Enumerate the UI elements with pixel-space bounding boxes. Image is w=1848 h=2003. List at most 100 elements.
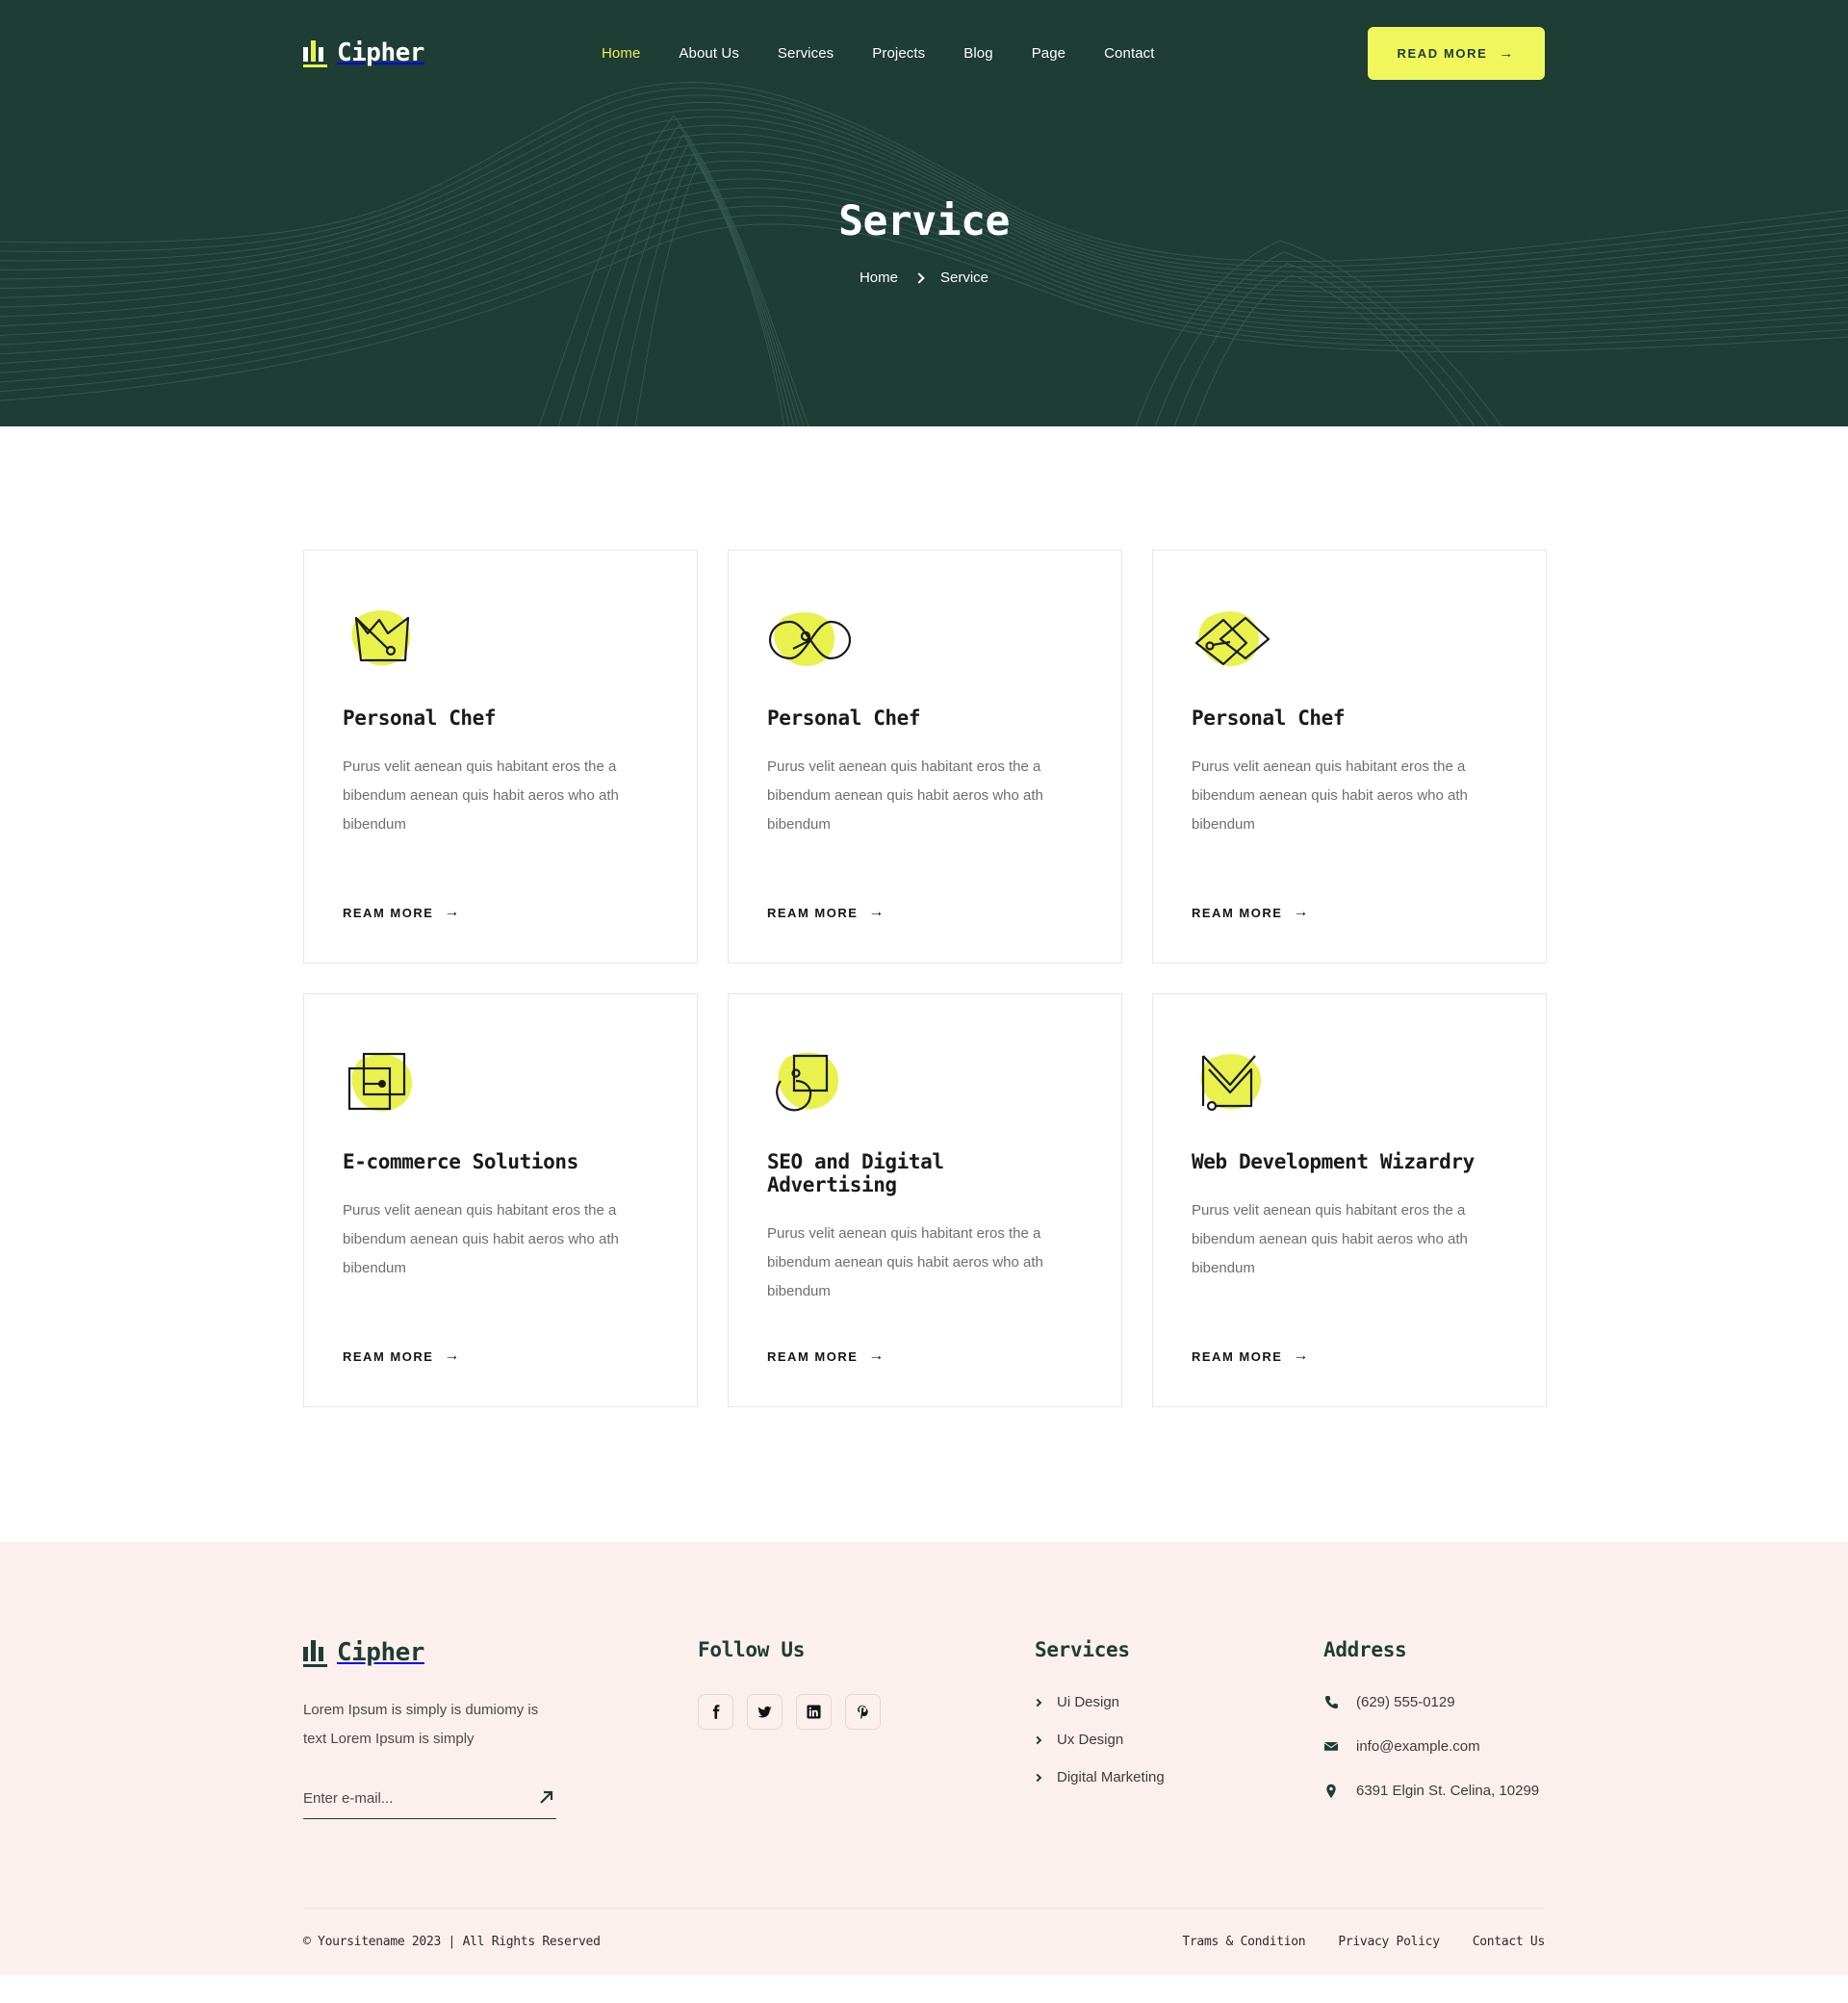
footer-address-heading: Address — [1323, 1638, 1407, 1661]
footer-address-value: 6391 Elgin St. Celina, 10299 — [1356, 1783, 1540, 1799]
footer-email-value: info@example.com — [1356, 1738, 1480, 1755]
nav-item-page[interactable]: Page — [1032, 45, 1065, 62]
footer-address-list: (629) 555-0129 info@example.com 6391 Elg… — [1323, 1694, 1539, 1799]
site-footer: Cipher Lorem Ipsum is simply is dumiomy … — [0, 1542, 1848, 1975]
nav-item-contact[interactable]: Contact — [1104, 45, 1154, 62]
service-card-description: Purus velit aenean quis habitant eros th… — [767, 1225, 1043, 1299]
service-card[interactable]: Personal Chef Purus velit aenean quis ha… — [1152, 550, 1547, 963]
social-link-pinterest[interactable] — [845, 1694, 881, 1730]
arrow-right-icon: → — [1293, 904, 1310, 920]
breadcrumb: Home Service — [0, 270, 1848, 286]
footer-legal-links: Trams & Condition Privacy Policy Contact… — [1182, 1935, 1545, 1949]
hero-content: Service Home Service — [0, 106, 1848, 286]
footer-columns: Cipher Lorem Ipsum is simply is dumiomy … — [303, 1638, 1545, 1827]
footer-address-column: Address (629) 555-0129 info@example.com … — [1323, 1638, 1539, 1827]
crown-icon — [343, 601, 429, 678]
service-card[interactable]: E-commerce Solutions Purus velit aenean … — [303, 993, 698, 1407]
social-link-linkedin[interactable] — [796, 1694, 832, 1730]
copyright-text: © Yoursitename 2023 | All Rights Reserve… — [303, 1935, 601, 1949]
footer-follow-column: Follow Us — [698, 1638, 1035, 1730]
service-card-description: Purus velit aenean quis habitant eros th… — [1192, 1202, 1468, 1276]
arrow-right-icon: → — [868, 1348, 886, 1364]
list-item: (629) 555-0129 — [1323, 1694, 1539, 1710]
social-links — [698, 1694, 1035, 1730]
twitter-icon — [757, 1706, 772, 1718]
brand-name: Cipher — [337, 39, 424, 67]
cipher-bars-icon — [303, 39, 327, 67]
list-item: info@example.com — [1323, 1738, 1539, 1755]
breadcrumb-home[interactable]: Home — [860, 270, 898, 286]
arrow-right-icon: → — [444, 1348, 461, 1364]
service-card[interactable]: Personal Chef Purus velit aenean quis ha… — [303, 550, 698, 963]
service-card-description: Purus velit aenean quis habitant eros th… — [1192, 758, 1468, 833]
list-item: Digital Marketing — [1033, 1769, 1323, 1785]
service-card-read-more[interactable]: REAM MORE → — [343, 1310, 658, 1364]
pinterest-icon — [858, 1705, 868, 1719]
breadcrumb-current: Service — [939, 270, 989, 286]
brand-logo-header[interactable]: Cipher — [303, 39, 544, 67]
footer-link-terms[interactable]: Trams & Condition — [1182, 1935, 1305, 1949]
chevron-right-icon — [1033, 1773, 1042, 1782]
service-card-read-more-label: REAM MORE — [1192, 1348, 1283, 1364]
footer-link-contact[interactable]: Contact Us — [1473, 1935, 1546, 1949]
service-card-read-more-label: REAM MORE — [343, 905, 434, 920]
service-card-read-more[interactable]: REAM MORE → — [1192, 866, 1507, 920]
service-card-description: Purus velit aenean quis habitant eros th… — [767, 758, 1043, 833]
envelope-chevron-icon — [1192, 1044, 1278, 1121]
service-card[interactable]: Personal Chef Purus velit aenean quis ha… — [728, 550, 1122, 963]
hero-section: Cipher Home About Us Services Projects B… — [0, 0, 1848, 426]
footer-service-link-ux-design[interactable]: Ux Design — [1033, 1732, 1323, 1748]
service-card[interactable]: SEO and Digital Advertising Purus velit … — [728, 993, 1122, 1407]
nav-item-services[interactable]: Services — [778, 45, 834, 62]
service-card-description: Purus velit aenean quis habitant eros th… — [343, 1202, 619, 1276]
service-card-title: Web Development Wizardry — [1192, 1150, 1475, 1173]
list-item: Ui Design — [1033, 1694, 1323, 1710]
top-navigation-bar: Cipher Home About Us Services Projects B… — [0, 0, 1848, 106]
map-pin-icon — [1323, 1784, 1341, 1799]
arrow-up-right-icon — [540, 1790, 553, 1804]
cipher-bars-icon — [303, 1638, 327, 1667]
service-card-title: Personal Chef — [767, 706, 921, 730]
newsletter-submit-button[interactable] — [537, 1788, 556, 1808]
square-circle-icon — [767, 1044, 854, 1121]
service-page: Cipher Home About Us Services Projects B… — [0, 0, 1848, 1975]
nav-item-blog[interactable]: Blog — [963, 45, 992, 62]
email-input[interactable] — [303, 1789, 537, 1807]
services-section: Personal Chef Purus velit aenean quis ha… — [0, 426, 1848, 1542]
header-read-more-label: READ MORE — [1397, 45, 1488, 61]
service-card-read-more-label: REAM MORE — [767, 905, 859, 920]
footer-services-list: Ui Design Ux Design Digital Marketing — [1033, 1694, 1323, 1785]
service-card-read-more[interactable]: REAM MORE → — [767, 866, 1083, 920]
service-card-read-more-label: REAM MORE — [767, 1348, 859, 1364]
arrow-right-icon: → — [444, 904, 461, 920]
nav-item-home[interactable]: Home — [602, 45, 640, 62]
header-read-more-button[interactable]: READ MORE → — [1367, 26, 1545, 80]
footer-follow-heading: Follow Us — [698, 1638, 806, 1661]
footer-service-link-ui-design[interactable]: Ui Design — [1033, 1694, 1323, 1710]
social-link-twitter[interactable] — [747, 1694, 783, 1730]
service-card-read-more[interactable]: REAM MORE → — [767, 1310, 1083, 1364]
chevron-right-icon — [1033, 1735, 1042, 1744]
facebook-icon — [712, 1705, 720, 1719]
brand-name: Cipher — [337, 1638, 424, 1667]
services-grid: Personal Chef Purus velit aenean quis ha… — [303, 550, 1547, 1407]
nav-item-projects[interactable]: Projects — [872, 45, 925, 62]
footer-about-text: Lorem Ipsum is simply is dumiomy is text… — [303, 1702, 539, 1747]
infinity-icon — [767, 601, 854, 678]
service-card-read-more[interactable]: REAM MORE → — [343, 866, 658, 920]
nav-item-about-us[interactable]: About Us — [679, 45, 739, 62]
service-card[interactable]: Web Development Wizardry Purus velit aen… — [1152, 993, 1547, 1407]
footer-phone-value: (629) 555-0129 — [1356, 1694, 1455, 1710]
main-nav: Home About Us Services Projects Blog Pag… — [602, 45, 1155, 62]
service-card-read-more[interactable]: REAM MORE → — [1192, 1310, 1507, 1364]
footer-service-label: Ui Design — [1057, 1694, 1120, 1710]
arrow-right-icon: → — [1499, 44, 1515, 62]
newsletter-form — [303, 1788, 556, 1819]
social-link-facebook[interactable] — [698, 1694, 733, 1730]
footer-service-link-digital-marketing[interactable]: Digital Marketing — [1033, 1769, 1323, 1785]
footer-brand-column: Cipher Lorem Ipsum is simply is dumiomy … — [303, 1638, 698, 1819]
chevron-right-icon — [1033, 1698, 1042, 1707]
footer-link-privacy[interactable]: Privacy Policy — [1338, 1935, 1440, 1949]
phone-icon — [1323, 1695, 1341, 1710]
brand-logo-footer[interactable]: Cipher — [303, 1638, 544, 1667]
